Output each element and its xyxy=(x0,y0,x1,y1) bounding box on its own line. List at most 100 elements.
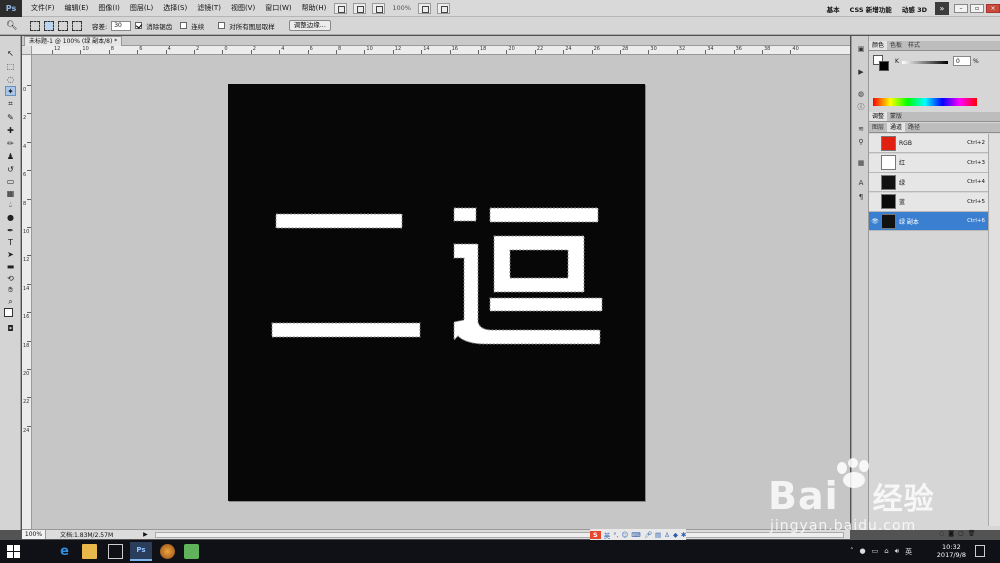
file-explorer-icon[interactable] xyxy=(82,544,97,559)
volume-icon[interactable]: 🔊︎ xyxy=(895,547,899,557)
user-icon[interactable]: ♙ xyxy=(664,531,670,539)
status-menu-arrow-icon[interactable]: ▶ xyxy=(143,531,149,538)
info-panel-icon[interactable]: ⓘ xyxy=(856,102,866,111)
tab-masks[interactable]: 蒙版 xyxy=(887,112,905,121)
tray-app-icon[interactable]: ● xyxy=(860,547,866,557)
ruler-origin[interactable] xyxy=(22,46,32,55)
dodge-tool-icon[interactable]: ● xyxy=(5,212,16,222)
magic-wand-tool-icon[interactable]: ✦ xyxy=(5,86,16,96)
green-app-icon[interactable] xyxy=(184,544,199,559)
blur-tool-icon[interactable]: 💧︎ xyxy=(5,200,16,210)
punctuation-icon[interactable]: °, xyxy=(613,531,618,539)
marquee-tool-icon[interactable]: ⬚ xyxy=(5,61,16,71)
emoji-icon[interactable]: ☺ xyxy=(622,531,629,539)
channels-scrollbar[interactable] xyxy=(988,134,1000,526)
visibility-eye-icon[interactable]: 👁 xyxy=(869,218,881,225)
lasso-tool-icon[interactable]: ◌ xyxy=(5,74,16,84)
k-slider[interactable] xyxy=(902,61,948,64)
taskbar-clock[interactable]: 10:32 2017/9/8 xyxy=(937,543,966,559)
clone-source-icon[interactable]: ⚲ xyxy=(856,137,866,146)
store-icon[interactable] xyxy=(108,544,123,559)
workspace-3d[interactable]: 动感 3D xyxy=(897,4,932,14)
foreground-color-swatch[interactable] xyxy=(4,308,13,317)
tab-channels[interactable]: 通道 xyxy=(887,123,906,132)
menu-layer[interactable]: 图层(L) xyxy=(125,3,158,13)
minimize-icon[interactable]: – xyxy=(954,4,968,13)
arrange-documents-icon[interactable] xyxy=(417,2,431,14)
channel-row[interactable]: 绿 Ctrl+4 xyxy=(869,173,988,192)
brushes-panel-icon[interactable]: ≋ xyxy=(856,124,866,133)
view-extras-icon[interactable] xyxy=(372,2,386,14)
edge-browser-icon[interactable]: e xyxy=(57,544,72,559)
document-info[interactable]: 文档:1.83M/2.57M xyxy=(60,530,113,539)
tab-adjustments[interactable]: 调整 xyxy=(869,112,888,121)
restore-icon[interactable]: ▫ xyxy=(970,4,984,13)
magic-wand-tool-preset-icon[interactable]: 🔍︎ xyxy=(6,21,17,31)
color-swatches[interactable] xyxy=(4,308,18,322)
subtract-selection-icon[interactable] xyxy=(58,20,68,31)
menu-filter[interactable]: 滤镜(T) xyxy=(192,3,226,13)
workspace-css[interactable]: CSS 新增功能 xyxy=(845,4,897,14)
eraser-tool-icon[interactable]: ▭ xyxy=(5,176,16,186)
channel-row[interactable]: 👁 绿 副本 Ctrl+6 xyxy=(869,212,988,231)
refine-edge-button[interactable]: 调整边缘... xyxy=(288,20,331,31)
launch-bridge-icon[interactable] xyxy=(334,2,348,14)
document-canvas[interactable] xyxy=(228,84,645,501)
channel-row[interactable]: RGB Ctrl+2 xyxy=(869,134,988,153)
action-center-icon[interactable] xyxy=(975,545,985,557)
tab-layers[interactable]: 图层 xyxy=(869,123,887,132)
menu-select[interactable]: 选择(S) xyxy=(158,3,192,13)
close-icon[interactable]: × xyxy=(986,4,1000,13)
channel-row[interactable]: 蓝 Ctrl+5 xyxy=(869,192,988,212)
pen-tool-icon[interactable]: ✒ xyxy=(5,225,16,235)
eyedropper-tool-icon[interactable]: ✎ xyxy=(5,112,16,122)
ime-tray-icon[interactable]: 英 xyxy=(905,547,912,557)
photoshop-taskbar-icon[interactable]: Ps xyxy=(130,542,152,561)
sample-all-layers-checkbox[interactable] xyxy=(218,22,226,29)
menu-edit[interactable]: 编辑(E) xyxy=(60,3,94,13)
panel-background-swatch[interactable] xyxy=(879,61,889,71)
healing-brush-tool-icon[interactable]: ✚ xyxy=(5,125,16,135)
shape-tool-icon[interactable]: ▬ xyxy=(5,261,16,271)
add-selection-icon[interactable] xyxy=(44,20,54,31)
tolerance-input[interactable]: 30 xyxy=(111,20,132,31)
menu-view[interactable]: 视图(V) xyxy=(226,3,260,13)
gradient-tool-icon[interactable]: ▦ xyxy=(5,188,16,198)
settings-icon[interactable]: ✱ xyxy=(681,531,686,539)
windows-start-icon[interactable] xyxy=(6,544,21,559)
history-panel-icon[interactable]: ▣ xyxy=(856,44,866,53)
horizontal-scrollbar[interactable] xyxy=(155,531,844,538)
tab-color[interactable]: 颜色 xyxy=(869,41,888,50)
brush-tool-icon[interactable]: ✏ xyxy=(5,138,16,148)
launch-minibridge-icon[interactable] xyxy=(353,2,367,14)
move-tool-icon[interactable]: ↖ xyxy=(5,48,16,58)
menu-help[interactable]: 帮助(H) xyxy=(297,3,332,13)
menu-window[interactable]: 窗口(W) xyxy=(260,3,296,13)
type-tool-icon[interactable]: T xyxy=(5,237,16,247)
browser-app-icon[interactable] xyxy=(160,544,175,559)
zoom-tool-icon[interactable]: ⌕ xyxy=(5,297,16,307)
quick-mask-icon[interactable]: ◘ xyxy=(5,323,16,333)
new-selection-icon[interactable] xyxy=(30,20,40,31)
clone-stamp-tool-icon[interactable]: ♟ xyxy=(5,151,16,161)
document-tab[interactable]: 未标题-1 @ 100% (绿 副本/8) * xyxy=(24,36,123,46)
contiguous-checkbox[interactable] xyxy=(180,22,188,29)
sogou-icon[interactable]: S xyxy=(590,530,601,539)
channel-row[interactable]: 红 Ctrl+3 xyxy=(869,153,988,173)
zoom-field[interactable]: 100% xyxy=(22,530,46,539)
menu-image[interactable]: 图像(I) xyxy=(93,3,125,13)
workspace-essentials[interactable]: 基本 xyxy=(822,4,845,14)
screen-mode-icon[interactable] xyxy=(436,2,450,14)
ime-mode[interactable]: 英 xyxy=(604,530,611,540)
skin-icon[interactable]: ◆ xyxy=(673,531,678,539)
history-brush-tool-icon[interactable]: ↺ xyxy=(5,164,16,174)
antialias-checkbox[interactable] xyxy=(135,22,143,29)
character-panel-icon[interactable]: A xyxy=(856,178,866,187)
path-selection-tool-icon[interactable]: ➤ xyxy=(5,249,16,259)
tab-paths[interactable]: 路径 xyxy=(905,123,923,132)
crop-tool-icon[interactable]: ⌗ xyxy=(5,99,16,109)
menu-file[interactable]: 文件(F) xyxy=(26,3,60,13)
navigator-panel-icon[interactable]: ◍ xyxy=(856,89,866,98)
tray-message-icon[interactable]: ▭ xyxy=(872,547,879,557)
tab-styles[interactable]: 样式 xyxy=(905,41,923,50)
